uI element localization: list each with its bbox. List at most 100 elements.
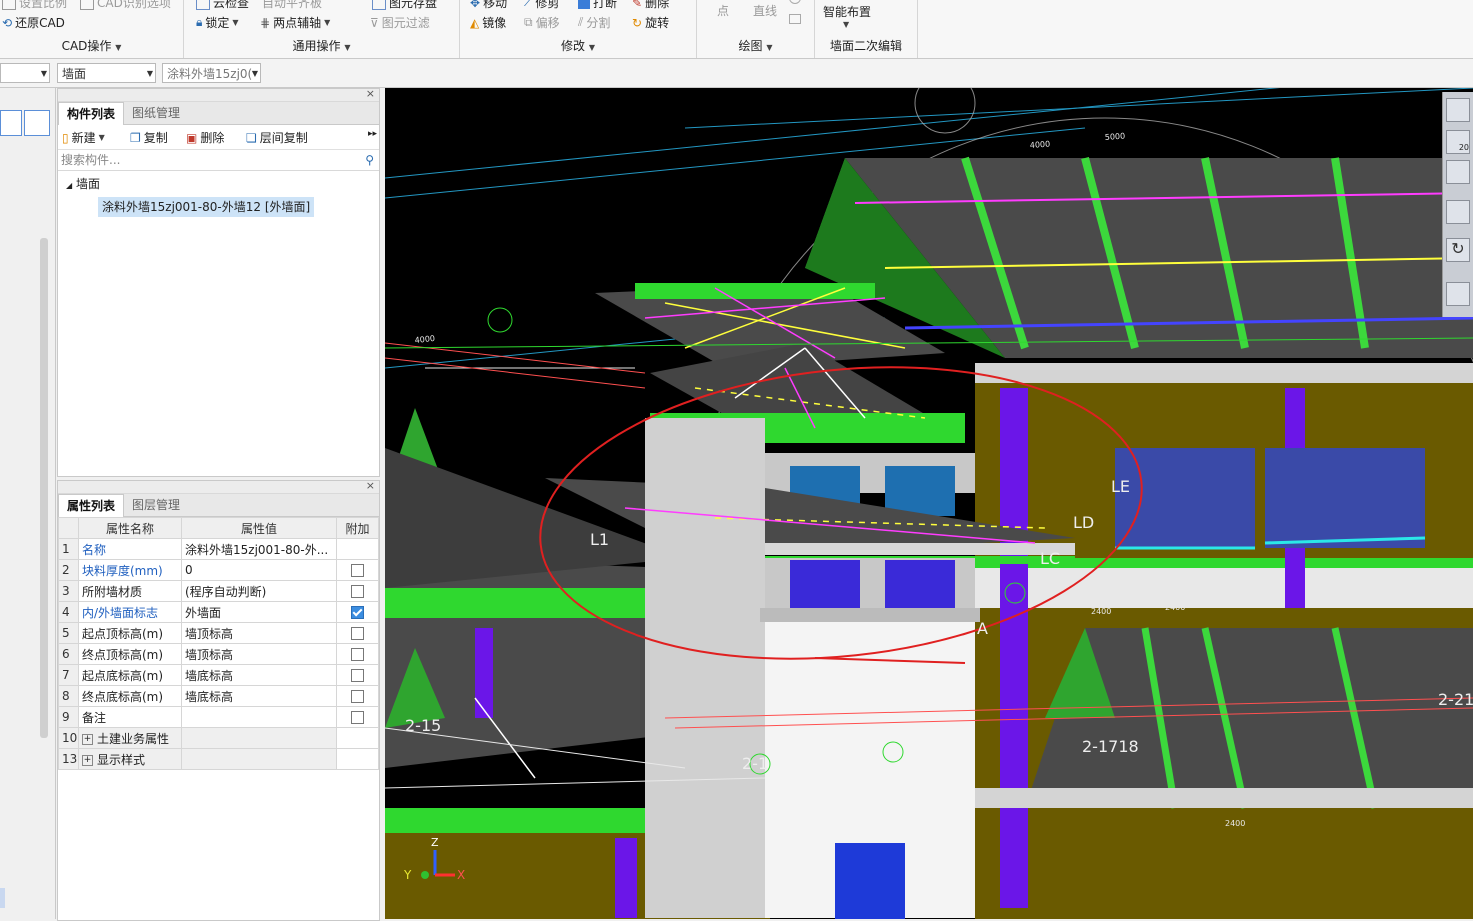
property-row[interactable]: 13 + 显示样式 [58, 748, 379, 770]
cad-ops-group: 设置比例 CAD识别选项 ⟲ 还原CAD CAD操作 ▼ [0, 0, 184, 58]
tab-component-list[interactable]: 构件列表 [58, 102, 125, 125]
more-icon[interactable]: ▸▸ [368, 129, 377, 139]
search-icon[interactable]: ⚲ [365, 150, 374, 170]
property-value[interactable]: 外墙面 [181, 601, 337, 623]
property-row[interactable]: 8 终点底标高(m) 墙底标高 [58, 685, 379, 707]
side-tab[interactable] [0, 888, 5, 908]
selector-bar: ▼ 墙面 ▼ 涂料外墙15zj0(▼ [0, 59, 1473, 88]
property-row[interactable]: 9 备注 [58, 706, 379, 728]
property-row[interactable]: 2 块料厚度(mm) 0 [58, 559, 379, 581]
expand-icon[interactable]: + [82, 754, 93, 766]
property-value[interactable]: 涂料外墙15zj001-80-外... [181, 538, 337, 560]
break-button[interactable]: 打断 [578, 0, 617, 11]
draw-label[interactable]: 绘图 ▼ [697, 37, 814, 54]
view-2d-button[interactable]: 20 [1446, 130, 1470, 154]
tree-root[interactable]: ◢ 墙面 [66, 175, 100, 192]
property-value[interactable] [181, 706, 337, 728]
rotate-view-icon[interactable]: ↻ [1446, 238, 1470, 262]
tab-property-list[interactable]: 属性列表 [58, 494, 125, 517]
split-button[interactable]: ⫽ 分割 [578, 14, 610, 31]
property-row[interactable]: 1 名称 涂料外墙15zj001-80-外... [58, 538, 379, 560]
copy-button[interactable]: ❐ 复制 [130, 129, 168, 146]
attach-checkbox[interactable] [351, 627, 364, 640]
restore-cad-button[interactable]: ⟲ 还原CAD [2, 14, 65, 31]
line-button[interactable]: 直线 [753, 2, 777, 19]
scrollbar[interactable] [40, 238, 48, 738]
cad-ops-label[interactable]: CAD操作 ▼ [0, 37, 183, 54]
move-button[interactable]: ✥ 移动 [470, 0, 507, 11]
rotate-button[interactable]: ↻ 旋转 [632, 14, 669, 31]
dynamic-observe-icon[interactable] [1446, 98, 1470, 122]
close-icon[interactable]: × [366, 87, 375, 100]
property-value[interactable]: 墙顶标高 [181, 622, 337, 644]
rect-icon[interactable] [789, 14, 801, 24]
property-row[interactable]: 4 内/外墙面标志 外墙面 [58, 601, 379, 623]
box-view-icon[interactable] [1446, 200, 1470, 224]
cloud-check-button[interactable]: 云检查 [196, 0, 249, 11]
extra-cell [336, 664, 379, 686]
trim-button[interactable]: ⟋ 修剪 [524, 0, 559, 11]
grid-label: A [977, 619, 988, 638]
extra-cell [336, 643, 379, 665]
collapse-icon[interactable]: ◢ [66, 181, 72, 190]
svg-text:Y: Y [403, 868, 412, 882]
property-row[interactable]: 6 终点顶标高(m) 墙顶标高 [58, 643, 379, 665]
attach-checkbox[interactable] [351, 711, 364, 724]
tree-item[interactable]: 涂料外墙15zj001-80-外墙12 [外墙面] [98, 197, 315, 217]
two-point-axis-button[interactable]: ⋕ 两点辅轴 ▼ [260, 14, 330, 31]
property-value[interactable]: 墙底标高 [181, 664, 337, 686]
property-value[interactable] [181, 727, 337, 749]
save-element-button[interactable]: 图元存盘 [372, 0, 437, 11]
floor-select[interactable]: ▼ [0, 63, 50, 83]
modify-label[interactable]: 修改 ▼ [460, 37, 696, 54]
property-value[interactable]: 0 [181, 559, 337, 581]
expand-icon[interactable]: + [82, 733, 93, 745]
smart-layout-dropdown[interactable]: ▼ [843, 20, 849, 29]
delete-component-button[interactable]: ▣ 删除 [186, 129, 224, 146]
grid-view-icon[interactable] [1446, 282, 1470, 306]
smart-layout-button[interactable]: 智能布置 [823, 3, 871, 20]
component-select[interactable]: 涂料外墙15zj0(▼ [162, 63, 261, 83]
set-scale-button[interactable]: 设置比例 [2, 0, 67, 11]
lock-button[interactable]: 🔒︎ 锁定 ▼ [196, 14, 239, 31]
attach-checkbox[interactable] [351, 669, 364, 682]
svg-text:Z: Z [431, 836, 439, 849]
property-row[interactable]: 7 起点底标高(m) 墙底标高 [58, 664, 379, 686]
detail-view-icon[interactable] [24, 110, 50, 136]
mirror-button[interactable]: ◭ 镜像 [470, 14, 506, 31]
type-select[interactable]: 墙面 ▼ [57, 63, 156, 83]
property-row[interactable]: 5 起点顶标高(m) 墙顶标高 [58, 622, 379, 644]
attach-checkbox[interactable] [351, 564, 364, 577]
property-name: + 显示样式 [78, 748, 182, 770]
auto-align-button[interactable]: 自动平齐板 [262, 0, 322, 11]
search-input[interactable]: 搜索构件... ⚲ [58, 150, 379, 171]
property-value[interactable] [181, 748, 337, 770]
offset-icon: ⧉ [524, 15, 533, 29]
list-view-icon[interactable] [0, 110, 22, 136]
tab-layer-manage[interactable]: 图层管理 [124, 494, 188, 516]
element-filter-button[interactable]: ⊽ 图元过滤 [370, 14, 430, 31]
arc-icon[interactable] [789, 0, 801, 4]
3d-viewport[interactable]: LE LD LC L1 A 2-15 2-1 2-1718 2-21 4000 … [385, 88, 1473, 919]
point-button[interactable]: 点 [717, 2, 729, 19]
property-value[interactable]: (程序自动判断) [181, 580, 337, 602]
cad-options-button[interactable]: CAD识别选项 [80, 0, 171, 11]
layer-copy-button[interactable]: ❏ 层间复制 [246, 129, 308, 146]
property-row[interactable]: 3 所附墙材质 (程序自动判断) [58, 580, 379, 602]
new-button[interactable]: ▯ 新建 ▼ [62, 129, 105, 146]
delete-button[interactable]: ✎ 删除 [632, 0, 669, 11]
attach-checkbox[interactable] [351, 690, 364, 703]
attach-checkbox[interactable] [351, 585, 364, 598]
general-ops-label[interactable]: 通用操作 ▼ [184, 37, 459, 54]
property-value[interactable]: 墙底标高 [181, 685, 337, 707]
property-row[interactable]: 10 + 土建业务属性 [58, 727, 379, 749]
rotate-icon: ↻ [632, 15, 643, 30]
attach-checkbox[interactable] [351, 648, 364, 661]
cube-view-icon[interactable] [1446, 160, 1470, 184]
property-value[interactable]: 墙顶标高 [181, 643, 337, 665]
attach-checkbox[interactable] [351, 606, 364, 619]
model-canvas[interactable]: LE LD LC L1 A 2-15 2-1 2-1718 2-21 4000 … [385, 88, 1473, 919]
offset-button[interactable]: ⧉ 偏移 [524, 14, 560, 31]
tab-drawing-manage[interactable]: 图纸管理 [124, 102, 188, 124]
close-icon[interactable]: × [366, 479, 375, 492]
